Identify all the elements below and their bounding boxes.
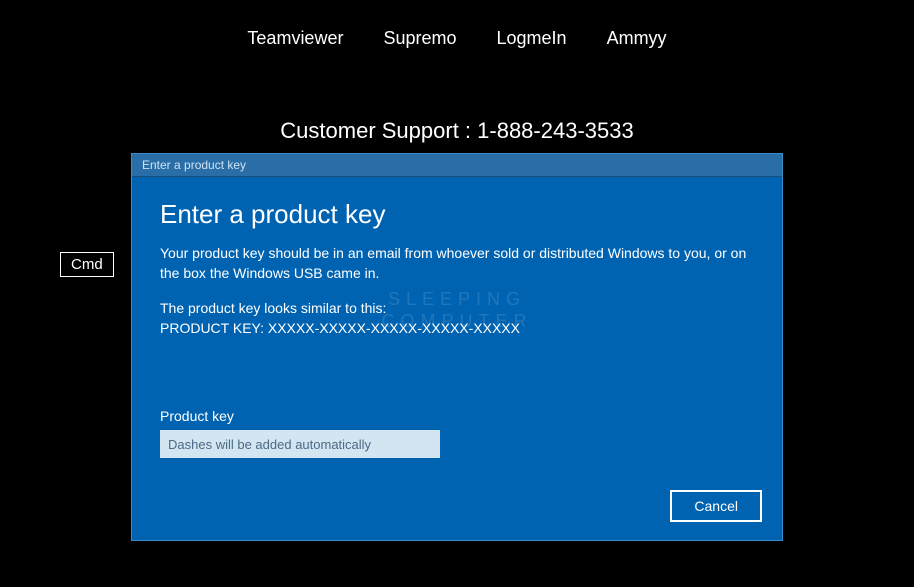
nav-link-ammyy[interactable]: Ammyy bbox=[607, 28, 667, 49]
cmd-button[interactable]: Cmd bbox=[60, 252, 114, 277]
cancel-button[interactable]: Cancel bbox=[670, 490, 762, 522]
product-key-dialog: Enter a product key SLEEPING COMPUTER En… bbox=[131, 153, 783, 541]
product-key-input[interactable] bbox=[160, 430, 440, 458]
dialog-body: SLEEPING COMPUTER Enter a product key Yo… bbox=[132, 177, 782, 476]
dialog-footer: Cancel bbox=[132, 476, 782, 540]
product-key-label: Product key bbox=[160, 408, 754, 424]
dialog-titlebar: Enter a product key bbox=[132, 154, 782, 177]
nav-link-logmein[interactable]: LogmeIn bbox=[497, 28, 567, 49]
nav-link-supremo[interactable]: Supremo bbox=[383, 28, 456, 49]
example-intro: The product key looks similar to this: bbox=[160, 299, 754, 319]
example-key-format: PRODUCT KEY: XXXXX-XXXXX-XXXXX-XXXXX-XXX… bbox=[160, 319, 754, 339]
dialog-example: The product key looks similar to this: P… bbox=[160, 299, 754, 338]
nav-link-teamviewer[interactable]: Teamviewer bbox=[247, 28, 343, 49]
dialog-description: Your product key should be in an email f… bbox=[160, 244, 754, 283]
top-nav: Teamviewer Supremo LogmeIn Ammyy bbox=[0, 28, 914, 49]
dialog-heading: Enter a product key bbox=[160, 199, 754, 230]
customer-support-text: Customer Support : 1-888-243-3533 bbox=[0, 118, 914, 144]
